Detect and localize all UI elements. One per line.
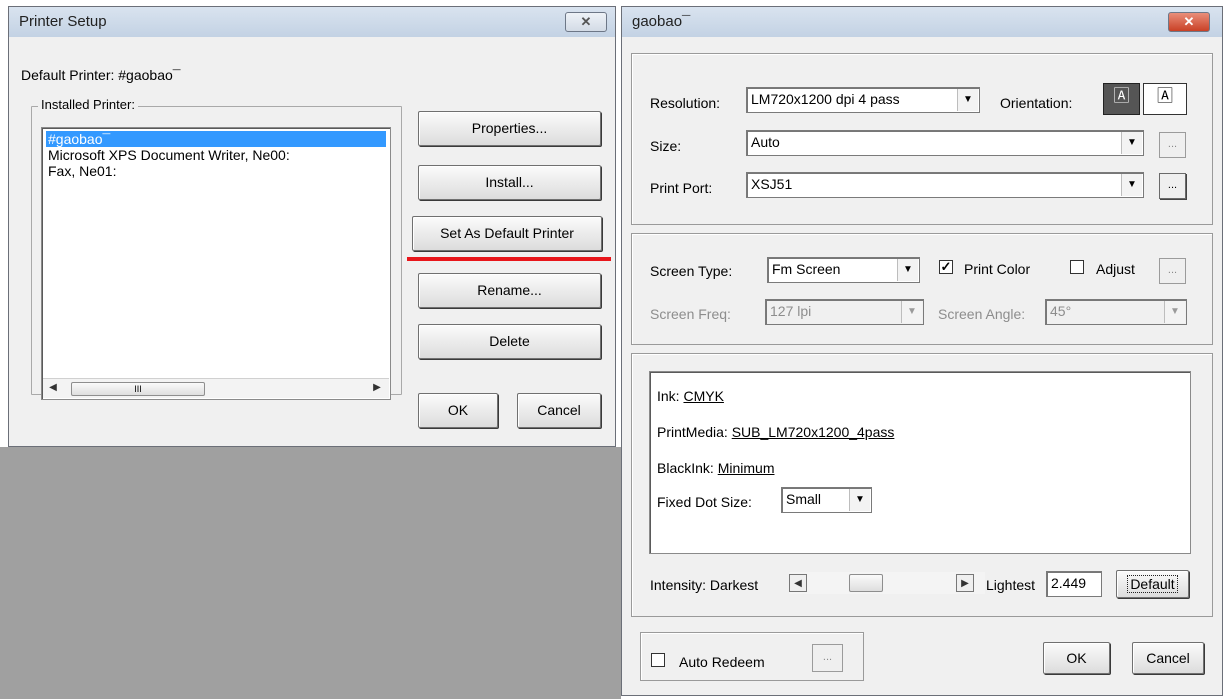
delete-button[interactable]: Delete	[418, 324, 601, 359]
screen-type-select[interactable]: Fm Screen ▼	[767, 257, 920, 283]
printer-list-items: #gaobao¯ Microsoft XPS Document Writer, N…	[46, 131, 386, 179]
orientation-label: Orientation:	[1000, 95, 1073, 111]
fixed-dot-size-select[interactable]: Small ▼	[781, 487, 872, 513]
adjust-ellipsis-button[interactable]: ...	[1159, 258, 1186, 284]
default-printer-text: Default Printer: #gaobao¯	[21, 67, 181, 83]
resolution-select[interactable]: LM720x1200 dpi 4 pass ▼	[746, 87, 980, 113]
dropdown-arrow-icon: ▼	[1121, 174, 1142, 196]
installed-printer-label: Installed Printer:	[38, 97, 138, 112]
props-titlebar: gaobao¯ ✕	[622, 7, 1222, 37]
resolution-label: Resolution:	[650, 95, 721, 111]
landscape-orientation-icon[interactable]: 🄰	[1143, 83, 1187, 115]
dropdown-arrow-icon: ▼	[957, 89, 978, 111]
adjust-label: Adjust	[1096, 261, 1135, 277]
slider-right-arrow[interactable]: ▶	[956, 574, 974, 592]
screen-settings-group	[631, 233, 1213, 345]
close-icon: ✕	[1183, 14, 1195, 29]
media-label: PrintMedia:	[657, 424, 728, 440]
screen-freq-label: Screen Freq:	[650, 306, 731, 322]
props-ok-button[interactable]: OK	[1043, 642, 1110, 674]
auto-redeem-checkbox[interactable]	[651, 653, 665, 667]
printer-list-item[interactable]: Microsoft XPS Document Writer, Ne00:	[46, 147, 386, 163]
intensity-value-input[interactable]: 2.449	[1046, 571, 1102, 597]
close-icon: ✕	[580, 14, 592, 29]
install-button[interactable]: Install...	[418, 165, 601, 200]
screen-angle-label: Screen Angle:	[938, 306, 1026, 322]
properties-button[interactable]: Properties...	[418, 111, 601, 146]
adjust-checkbox[interactable]	[1070, 260, 1084, 274]
fixed-dot-size-label: Fixed Dot Size:	[657, 494, 752, 510]
printer-properties-dialog: gaobao¯ ✕ Resolution: LM720x1200 dpi 4 p…	[621, 6, 1223, 696]
printer-list-item[interactable]: #gaobao¯	[46, 131, 386, 147]
slider-left-arrow[interactable]: ◀	[789, 574, 807, 592]
setup-titlebar: Printer Setup ✕	[9, 7, 615, 37]
dropdown-arrow-icon: ▼	[1121, 132, 1142, 154]
rename-button[interactable]: Rename...	[418, 273, 601, 308]
intensity-label: Intensity: Darkest	[650, 577, 759, 593]
size-ellipsis-button[interactable]: ...	[1159, 132, 1186, 158]
dropdown-arrow-icon: ▼	[1164, 301, 1185, 323]
screen-type-label: Screen Type:	[650, 263, 733, 279]
desktop-background	[0, 447, 621, 699]
set-default-printer-button[interactable]: Set As Default Printer	[412, 216, 602, 251]
size-select[interactable]: Auto ▼	[746, 130, 1144, 156]
setup-title: Printer Setup	[19, 13, 107, 30]
portrait-orientation-icon[interactable]: 🄰	[1103, 83, 1140, 115]
printer-list[interactable]: #gaobao¯ Microsoft XPS Document Writer, N…	[41, 127, 391, 400]
printer-setup-dialog: Printer Setup ✕ Default Printer: #gaobao…	[8, 6, 616, 447]
ink-row: Ink: CMYK	[657, 388, 724, 404]
setup-close-button[interactable]: ✕	[565, 12, 607, 32]
print-color-checkbox[interactable]: ✓	[939, 260, 953, 274]
scroll-thumb[interactable]: III	[71, 382, 205, 396]
screen-freq-select[interactable]: 127 lpi ▼	[765, 299, 924, 325]
props-close-button[interactable]: ✕	[1168, 12, 1210, 32]
props-title: gaobao¯	[632, 13, 691, 30]
intensity-slider[interactable]: ◀ ▶	[789, 572, 985, 594]
dropdown-arrow-icon: ▼	[901, 301, 922, 323]
ink-info-panel: Ink: CMYK PrintMedia: SUB_LM720x1200_4pa…	[649, 371, 1191, 554]
props-cancel-button[interactable]: Cancel	[1132, 642, 1204, 674]
scroll-right-arrow[interactable]: ▶	[369, 379, 385, 397]
size-label: Size:	[650, 138, 682, 154]
lightest-label: Lightest	[986, 577, 1036, 593]
setup-ok-button[interactable]: OK	[418, 393, 498, 428]
printer-list-hscrollbar[interactable]: ◀ III ▶	[43, 378, 389, 398]
slider-thumb[interactable]	[849, 574, 883, 592]
port-ellipsis-button[interactable]: ...	[1159, 173, 1186, 199]
media-value-link[interactable]: SUB_LM720x1200_4pass	[732, 424, 895, 440]
ink-label: Ink:	[657, 388, 680, 404]
dropdown-arrow-icon: ▼	[849, 489, 870, 511]
printer-list-item[interactable]: Fax, Ne01:	[46, 163, 386, 179]
scroll-left-arrow[interactable]: ◀	[45, 379, 61, 397]
setup-cancel-button[interactable]: Cancel	[517, 393, 601, 428]
print-port-select[interactable]: XSJ51 ▼	[746, 172, 1144, 198]
auto-redeem-label: Auto Redeem	[679, 654, 765, 670]
media-row: PrintMedia: SUB_LM720x1200_4pass	[657, 424, 894, 440]
screen-angle-select[interactable]: 45° ▼	[1045, 299, 1187, 325]
highlight-underline	[407, 257, 611, 261]
dropdown-arrow-icon: ▼	[897, 259, 918, 281]
default-button[interactable]: Default	[1116, 570, 1189, 598]
blackink-row: BlackInk: Minimum	[657, 460, 774, 476]
blackink-label: BlackInk:	[657, 460, 714, 476]
blackink-value-link[interactable]: Minimum	[718, 460, 775, 476]
print-color-label: Print Color	[964, 261, 1031, 277]
print-port-label: Print Port:	[650, 180, 713, 196]
ink-value-link[interactable]: CMYK	[683, 388, 723, 404]
auto-redeem-ellipsis-button[interactable]: ...	[812, 644, 843, 672]
